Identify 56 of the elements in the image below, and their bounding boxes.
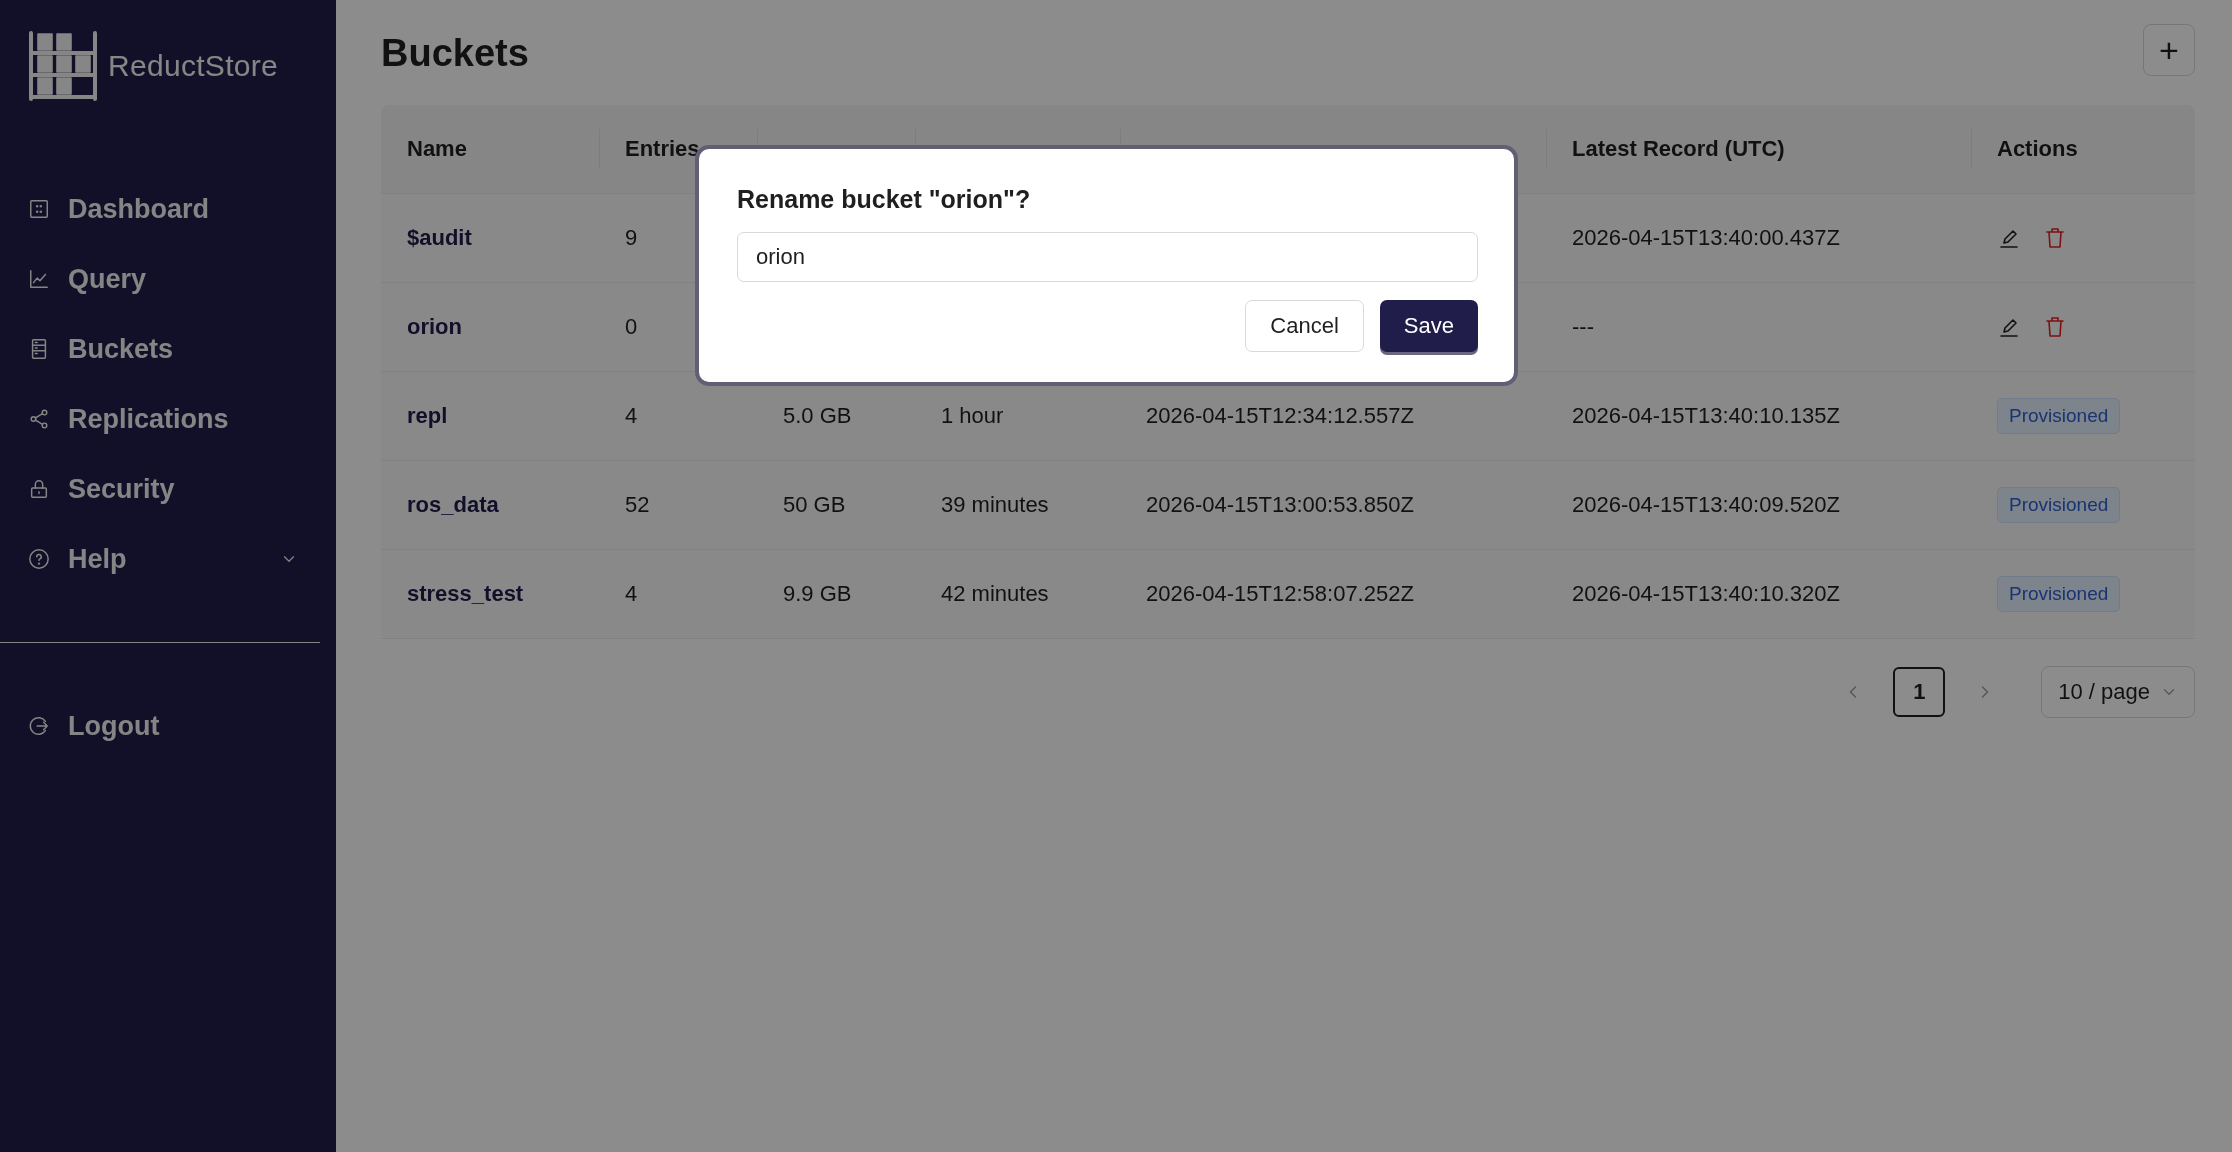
lock-icon bbox=[28, 478, 50, 500]
nav-item[interactable]: Security bbox=[28, 466, 308, 512]
nav-item[interactable]: Buckets bbox=[28, 326, 308, 372]
column-header: Name bbox=[407, 135, 467, 163]
nav-item[interactable]: Query bbox=[28, 256, 308, 302]
table-cell-text: 2026-04-15T12:34:12.557Z bbox=[1145, 403, 1415, 429]
table-cell-text: 0 bbox=[624, 314, 639, 340]
table-cell-text: 2026-04-15T12:58:07.252Z bbox=[1145, 581, 1415, 607]
status-tag: Provisioned bbox=[1997, 487, 2121, 523]
table-cell-text: 52 bbox=[624, 492, 651, 518]
bucket-name[interactable]: ros_data bbox=[381, 492, 599, 518]
table-cell-text: 4 bbox=[624, 581, 639, 607]
logo-icon bbox=[28, 31, 98, 101]
nav-item[interactable]: Help bbox=[28, 536, 308, 582]
table-cell-text: 39 minutes bbox=[940, 492, 1050, 518]
table-cell-text: 2026-04-15T13:00:53.850Z bbox=[1145, 492, 1415, 518]
page-size-select[interactable]: 10 / page bbox=[2041, 666, 2195, 718]
logout-link[interactable]: Logout bbox=[28, 703, 308, 749]
bucket-name[interactable]: $audit bbox=[381, 225, 599, 251]
table-cell-text: 9 bbox=[624, 225, 639, 251]
table-cell-text: 9.9 GB bbox=[782, 581, 853, 607]
delete-icon[interactable] bbox=[2043, 226, 2067, 250]
nav-item[interactable]: Dashboard bbox=[28, 186, 308, 232]
table-cell-text: 1 hour bbox=[940, 403, 1005, 429]
delete-icon[interactable] bbox=[2043, 315, 2067, 339]
line-chart-icon bbox=[28, 268, 50, 290]
add-button[interactable]: + bbox=[2143, 23, 2195, 76]
page-title: Buckets bbox=[381, 32, 529, 75]
help-icon bbox=[28, 548, 50, 570]
column-header: Actions bbox=[1997, 135, 2078, 163]
dashboard-icon bbox=[28, 198, 50, 220]
bucket-name[interactable]: repl bbox=[381, 403, 599, 429]
page-button[interactable]: 1 bbox=[1893, 667, 1946, 717]
table-cell-text: 5.0 GB bbox=[782, 403, 853, 429]
column-header: Entries bbox=[625, 135, 700, 163]
status-tag: Provisioned bbox=[1997, 398, 2121, 434]
bucket-name[interactable]: orion bbox=[381, 314, 599, 340]
table-cell-text: 4 bbox=[624, 403, 639, 429]
table-cell-text: 2026-04-15T13:40:10.135Z bbox=[1571, 403, 1841, 429]
table-cell-text: 2026-04-15T13:40:00.437Z bbox=[1571, 225, 1841, 251]
logo-text: ReductStore bbox=[108, 49, 279, 83]
name-input[interactable]: orion bbox=[737, 232, 1478, 282]
dialog-title: Rename bucket "orion"? bbox=[737, 185, 1032, 214]
column-header: Latest Record (UTC) bbox=[1572, 135, 1785, 163]
share-icon bbox=[28, 408, 50, 430]
table-cell-text: 50 GB bbox=[782, 492, 847, 518]
table-cell-text: 42 minutes bbox=[940, 581, 1050, 607]
status-tag: Provisioned bbox=[1997, 576, 2121, 612]
table-cell-text: --- bbox=[1571, 314, 1595, 340]
save-button[interactable]: Save bbox=[1379, 300, 1478, 352]
cancel-button[interactable]: Cancel bbox=[1245, 300, 1364, 352]
logout-icon bbox=[28, 715, 50, 737]
bucket-name[interactable]: stress_test bbox=[381, 581, 599, 607]
table-cell-text: 2026-04-15T13:40:09.520Z bbox=[1571, 492, 1841, 518]
table-cell-text: 2026-04-15T13:40:10.320Z bbox=[1571, 581, 1841, 607]
nav-item[interactable]: Replications bbox=[28, 396, 308, 442]
